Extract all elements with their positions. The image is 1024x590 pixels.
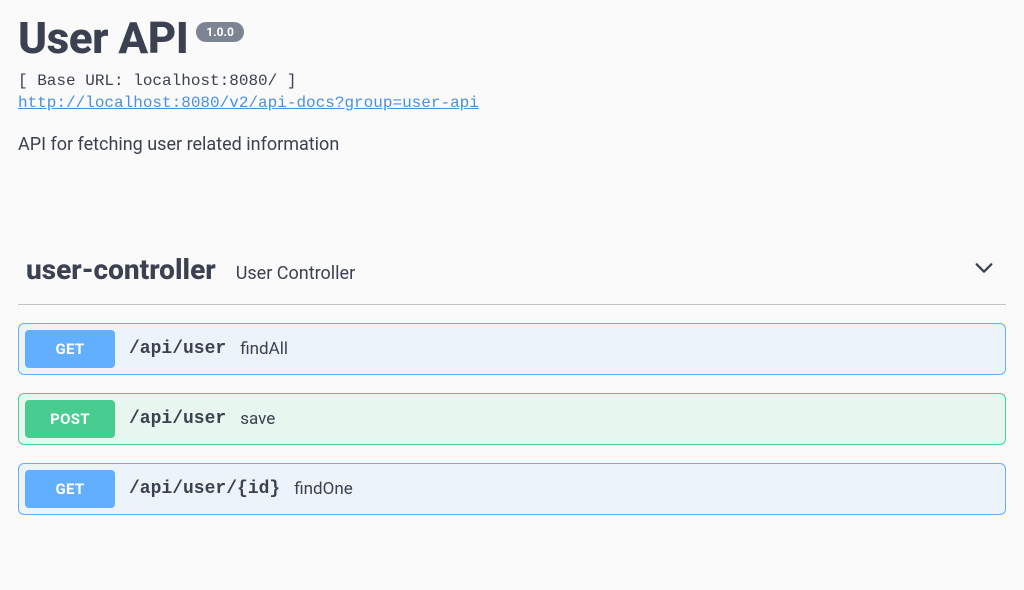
operation-path: /api/user	[129, 409, 226, 429]
operation-summary: save	[240, 409, 275, 429]
tag-section: user-controller User Controller GET /api…	[18, 253, 1006, 515]
api-header: User API 1.0.0 [ Base URL: localhost:808…	[18, 0, 1006, 155]
tag-description: User Controller	[236, 263, 355, 284]
api-description: API for fetching user related informatio…	[18, 134, 1006, 155]
operation-row[interactable]: GET /api/user/{id} findOne	[18, 463, 1006, 515]
base-url-label: [ Base URL: localhost:8080/ ]	[18, 72, 1006, 90]
http-method-badge: GET	[25, 330, 115, 368]
http-method-badge: GET	[25, 470, 115, 508]
http-method-badge: POST	[25, 400, 115, 438]
operation-row[interactable]: POST /api/user save	[18, 393, 1006, 445]
operation-path: /api/user	[129, 339, 226, 359]
api-title: User API	[18, 12, 188, 64]
operation-path: /api/user/{id}	[129, 479, 280, 499]
chevron-down-icon	[970, 254, 998, 282]
tag-name: user-controller	[26, 253, 216, 286]
operation-row[interactable]: GET /api/user findAll	[18, 323, 1006, 375]
operation-summary: findOne	[294, 479, 353, 499]
operations-list: GET /api/user findAll POST /api/user sav…	[18, 305, 1006, 515]
version-badge: 1.0.0	[196, 22, 244, 42]
api-docs-link[interactable]: http://localhost:8080/v2/api-docs?group=…	[18, 94, 479, 112]
operation-summary: findAll	[240, 339, 288, 359]
tag-header[interactable]: user-controller User Controller	[18, 253, 1006, 305]
